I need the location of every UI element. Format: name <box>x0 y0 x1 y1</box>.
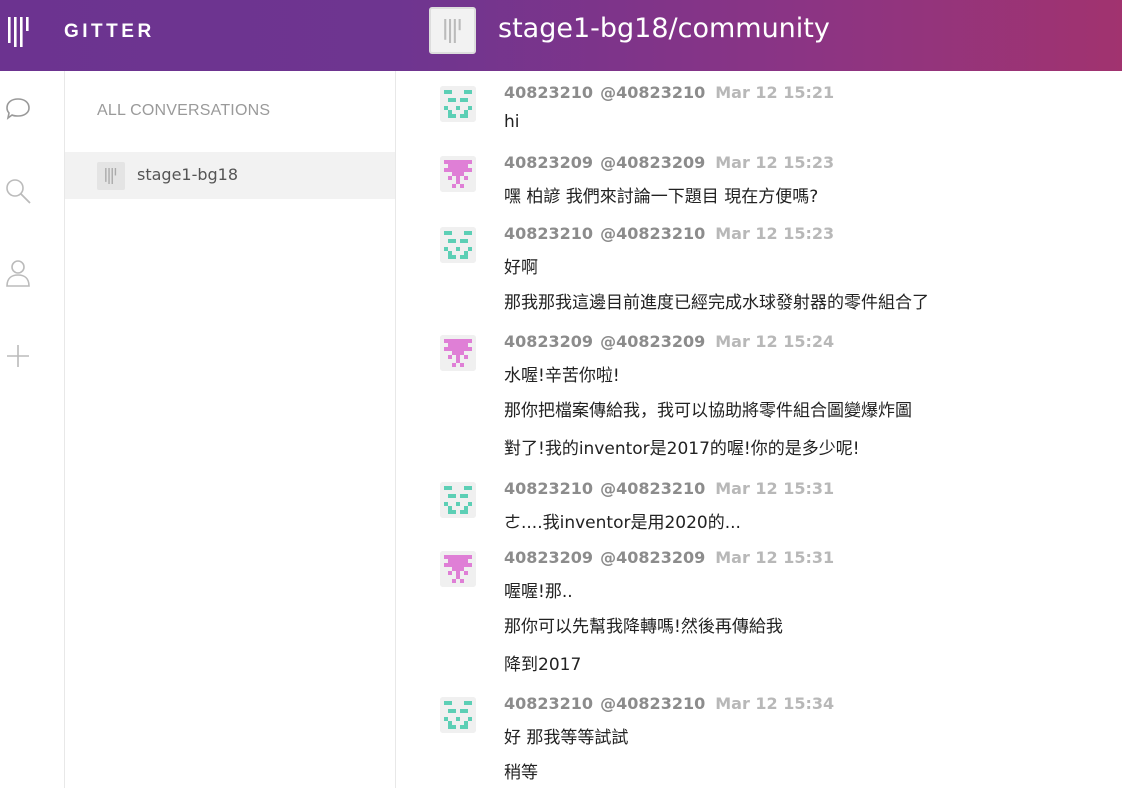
message-username[interactable]: 40823210 <box>504 694 593 713</box>
room-avatar <box>429 7 476 54</box>
room-avatar-icon <box>443 18 461 43</box>
message-username[interactable]: 40823209 <box>504 548 593 567</box>
message-group: 40823210 @40823210 Mar 12 15:34 好 那我等等試試 稍等 <box>396 682 1122 788</box>
conversation-item-stage1-bg18[interactable]: stage1-bg18 <box>65 152 395 199</box>
message-handle[interactable]: @40823210 <box>600 224 705 243</box>
message-handle[interactable]: @40823210 <box>600 694 705 713</box>
message-username[interactable]: 40823209 <box>504 332 593 351</box>
message-text: hi <box>504 112 520 132</box>
message-text: 稍等 <box>504 763 538 783</box>
message-handle[interactable]: @40823209 <box>600 332 705 351</box>
message-timestamp[interactable]: Mar 12 15:34 <box>715 694 834 713</box>
message-timestamp[interactable]: Mar 12 15:23 <box>715 224 834 243</box>
message-handle[interactable]: @40823210 <box>600 83 705 102</box>
brand-name[interactable]: GITTER <box>64 21 155 43</box>
message-text: 那你可以先幫我降轉嗎!然後再傳給我 <box>504 617 783 637</box>
message-header: 40823210 @40823210 Mar 12 15:31 <box>504 479 834 498</box>
user-avatar[interactable] <box>440 482 476 518</box>
message-timestamp[interactable]: Mar 12 15:31 <box>715 548 834 567</box>
conversations-panel: ALL CONVERSATIONS stage1-bg18 <box>65 71 396 788</box>
user-avatar[interactable] <box>440 156 476 192</box>
message-text: 降到2017 <box>504 655 582 675</box>
message-header: 40823209 @40823209 Mar 12 15:31 <box>504 548 834 567</box>
message-handle[interactable]: @40823209 <box>600 548 705 567</box>
message-timestamp[interactable]: Mar 12 15:21 <box>715 83 834 102</box>
gitter-logo-icon[interactable] <box>8 17 30 47</box>
message-username[interactable]: 40823210 <box>504 224 593 243</box>
message-handle[interactable]: @40823209 <box>600 153 705 172</box>
message-text: 嘿 柏諺 我們來討論一下題目 現在方便嗎? <box>504 187 819 207</box>
message-timestamp[interactable]: Mar 12 15:24 <box>715 332 834 351</box>
chat-bubble-icon[interactable] <box>3 95 33 125</box>
message-username[interactable]: 40823210 <box>504 479 593 498</box>
message-header: 40823210 @40823210 Mar 12 15:21 <box>504 83 834 102</box>
user-avatar[interactable] <box>440 697 476 733</box>
conversation-label: stage1-bg18 <box>137 165 239 184</box>
message-timestamp[interactable]: Mar 12 15:31 <box>715 479 834 498</box>
user-avatar[interactable] <box>440 335 476 371</box>
message-text: 那你把檔案傳給我，我可以協助將零件組合圖變爆炸圖 <box>504 401 912 421</box>
message-group: 40823209 @40823209 Mar 12 15:31 喔喔!那.. 那你可以… <box>396 536 1122 676</box>
message-text: 好 那我等等試試 <box>504 728 629 748</box>
message-text: 對了!我的inventor是2017的喔!你的是多少呢! <box>504 439 860 459</box>
message-text: 好啊 <box>504 258 538 278</box>
conversation-avatar <box>97 162 125 190</box>
message-header: 40823209 @40823209 Mar 12 15:24 <box>504 332 834 351</box>
message-handle[interactable]: @40823210 <box>600 479 705 498</box>
room-avatar-icon <box>105 168 117 184</box>
room-title: stage1-bg18/community <box>498 13 830 44</box>
message-header: 40823209 @40823209 Mar 12 15:23 <box>504 153 834 172</box>
message-text: ㄜ....我inventor是用2020的... <box>504 513 741 533</box>
user-avatar[interactable] <box>440 227 476 263</box>
message-header: 40823210 @40823210 Mar 12 15:34 <box>504 694 834 713</box>
message-text: 那我那我這邊目前進度已經完成水球發射器的零件組合了 <box>504 293 929 313</box>
left-nav-rail <box>0 71 65 788</box>
user-avatar[interactable] <box>440 551 476 587</box>
message-header: 40823210 @40823210 Mar 12 15:23 <box>504 224 834 243</box>
message-text: 喔喔!那.. <box>504 582 573 602</box>
chat-messages: 40823210 @40823210 Mar 12 15:21 hi 40823209… <box>396 71 1122 788</box>
message-timestamp[interactable]: Mar 12 15:23 <box>715 153 834 172</box>
person-icon[interactable] <box>3 258 33 288</box>
message-username[interactable]: 40823209 <box>504 153 593 172</box>
message-group: 40823209 @40823209 Mar 12 15:24 水喔!辛苦你啦! 那你… <box>396 320 1122 460</box>
message-text: 水喔!辛苦你啦! <box>504 366 620 386</box>
message-username[interactable]: 40823210 <box>504 83 593 102</box>
search-icon[interactable] <box>3 176 33 206</box>
plus-icon[interactable] <box>3 341 33 371</box>
top-header: GITTER stage1-bg18/community <box>0 0 1122 71</box>
all-conversations-heading: ALL CONVERSATIONS <box>97 102 271 119</box>
user-avatar[interactable] <box>440 86 476 122</box>
